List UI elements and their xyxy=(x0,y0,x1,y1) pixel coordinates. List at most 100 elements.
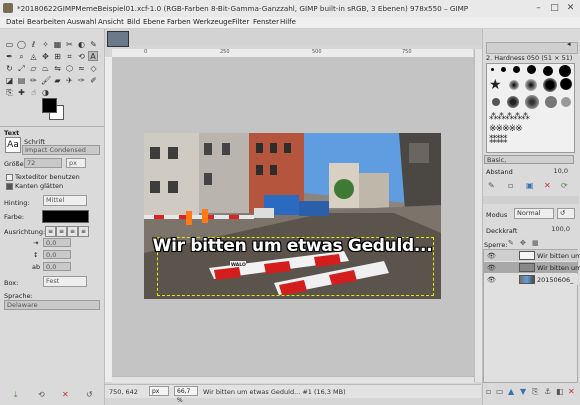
visibility-eye-icon[interactable]: 👁 xyxy=(487,276,496,284)
lower-layer-icon[interactable]: ▼ xyxy=(520,387,526,396)
foreground-color-swatch[interactable] xyxy=(42,98,57,113)
unit-dropdown[interactable]: px xyxy=(149,386,169,396)
zoom-icon[interactable]: ⌕ xyxy=(17,52,26,61)
font-field[interactable]: Impact Condensed xyxy=(22,145,100,155)
anchor-layer-icon[interactable]: ⚓ xyxy=(544,387,551,396)
new-brush-icon[interactable]: ▫ xyxy=(508,181,513,190)
size-field[interactable]: 72 xyxy=(24,158,62,168)
delete-brush-icon[interactable]: ✕ xyxy=(544,181,551,190)
shear-icon[interactable]: ▱ xyxy=(29,64,38,73)
brush-filter-bar[interactable] xyxy=(486,42,578,54)
mode-extra-select[interactable]: ↺ xyxy=(557,208,575,219)
text-tool-icon[interactable]: A xyxy=(88,51,98,61)
brush-swatch[interactable] xyxy=(509,80,519,90)
gradient-icon[interactable]: ▤ xyxy=(17,76,26,85)
edit-brush-icon[interactable]: ✎ xyxy=(488,181,495,190)
color-picker-icon[interactable]: ✒ xyxy=(5,52,14,61)
handle-transform-icon[interactable]: ◇ xyxy=(89,64,98,73)
brush-swatch[interactable] xyxy=(525,79,537,91)
texture-brushes-icon[interactable]: ⁂⁂⁂⁂⁂ xyxy=(489,112,530,122)
brush-menu-icon[interactable]: ◂ xyxy=(567,40,575,48)
save-options-icon[interactable]: ⤓ xyxy=(14,390,18,400)
visibility-eye-icon[interactable]: 👁 xyxy=(487,264,496,272)
menu-hilfe[interactable]: Hilfe xyxy=(280,18,296,26)
star-brush-icon[interactable]: ★ xyxy=(489,78,502,92)
bucket-fill-icon[interactable]: ◪ xyxy=(5,76,14,85)
maximize-icon[interactable]: □ xyxy=(549,3,560,14)
hinting-select[interactable]: Mittel xyxy=(43,195,87,206)
justify-fill-icon[interactable]: ≡ xyxy=(78,226,89,237)
visibility-eye-icon[interactable]: 👁 xyxy=(487,252,496,260)
mode-select[interactable]: Normal xyxy=(514,208,554,219)
smudge-icon[interactable]: ☝ xyxy=(29,88,38,97)
indent-field[interactable]: 0,0 xyxy=(43,238,71,247)
menu-ansicht[interactable]: Ansicht xyxy=(98,18,124,26)
close-icon[interactable]: ✕ xyxy=(565,3,576,14)
opacity-field[interactable]: 100,0 xyxy=(484,225,574,235)
brush-swatch[interactable] xyxy=(507,96,519,108)
layer-row-selected[interactable]: 👁 Wir bitten um xyxy=(484,262,580,273)
zoom-dropdown[interactable]: 66,7 % xyxy=(174,386,198,404)
free-select-icon[interactable]: ℓ xyxy=(29,40,38,49)
meme-text-layer[interactable]: Wir bitten um etwas Geduld... xyxy=(144,236,441,256)
lock-alpha-icon[interactable]: ▦ xyxy=(532,239,539,247)
menu-bearbeiten[interactable]: Bearbeiten xyxy=(27,18,65,26)
pencil-icon[interactable]: ✏ xyxy=(29,76,38,85)
clone-icon[interactable]: ⎘ xyxy=(5,88,14,97)
letter-spacing-field[interactable]: 0,0 xyxy=(43,262,71,271)
menu-bild[interactable]: Bild xyxy=(127,18,140,26)
language-field[interactable]: Delaware xyxy=(4,300,100,310)
antialias-checkbox[interactable] xyxy=(6,183,13,190)
menu-farben[interactable]: Farben xyxy=(167,18,191,26)
menu-werkzeuge[interactable]: Werkzeuge xyxy=(193,18,232,26)
menu-datei[interactable]: Datei xyxy=(6,18,25,26)
brush-preset-field[interactable]: Basic, xyxy=(484,155,574,164)
brush-grid[interactable]: ★ ⁂⁂⁂⁂⁂ ※※※※※ ⁑⁑⁑⁑⁑ xyxy=(486,63,575,153)
lock-position-icon[interactable]: ✥ xyxy=(520,239,526,247)
texture-brushes-icon[interactable]: ※※※※※ xyxy=(489,124,523,134)
reset-options-icon[interactable]: ↺ xyxy=(86,390,93,399)
brush-swatch[interactable] xyxy=(525,95,539,109)
layer-row[interactable]: 👁 20150606_ xyxy=(484,274,578,285)
line-spacing-field[interactable]: 0,0 xyxy=(43,250,71,259)
delete-options-icon[interactable]: ✕ xyxy=(62,390,69,399)
brush-swatch[interactable] xyxy=(543,66,553,76)
foreground-select-icon[interactable]: ◐ xyxy=(77,40,86,49)
brush-swatch[interactable] xyxy=(491,68,494,71)
raise-layer-icon[interactable]: ▲ xyxy=(508,387,514,396)
fuzzy-select-icon[interactable]: ✧ xyxy=(41,40,50,49)
minimize-icon[interactable]: – xyxy=(533,3,544,14)
scale-icon[interactable]: ⤢ xyxy=(17,64,26,73)
new-layer-icon[interactable]: ▫ xyxy=(486,387,491,396)
flip-icon[interactable]: ⇋ xyxy=(53,64,62,73)
delete-layer-icon[interactable]: ✕ xyxy=(568,387,575,396)
box-select[interactable]: Fest xyxy=(43,276,87,287)
font-preview-icon[interactable]: Aa xyxy=(5,137,21,153)
paths-icon[interactable]: ✎ xyxy=(89,40,98,49)
mask-layer-icon[interactable]: ◧ xyxy=(556,387,564,396)
duplicate-brush-icon[interactable]: ▣ xyxy=(526,181,534,190)
vertical-scrollbar[interactable] xyxy=(474,49,482,382)
justify-right-icon[interactable]: ≡ xyxy=(56,226,67,237)
brush-swatch[interactable] xyxy=(543,78,557,92)
unit-select[interactable]: px xyxy=(66,158,86,168)
brush-swatch[interactable] xyxy=(527,65,536,74)
brush-swatch[interactable] xyxy=(501,67,506,72)
cage-icon[interactable]: ⬡ xyxy=(65,64,74,73)
refresh-brushes-icon[interactable]: ⟳ xyxy=(561,181,568,190)
editor-checkbox[interactable] xyxy=(6,174,13,181)
menu-auswahl[interactable]: Auswahl xyxy=(67,18,96,26)
spacing-field[interactable]: 10,0 xyxy=(486,167,572,177)
warp-icon[interactable]: ≈ xyxy=(77,64,86,73)
crop-icon[interactable]: ⌗ xyxy=(65,52,74,61)
heal-icon[interactable]: ✚ xyxy=(17,88,26,97)
move-icon[interactable]: ✥ xyxy=(41,52,50,61)
rect-select-icon[interactable]: ▭ xyxy=(5,40,14,49)
duplicate-layer-icon[interactable]: ⎘ xyxy=(532,387,538,397)
brush-swatch[interactable] xyxy=(492,98,500,106)
horizontal-scrollbar[interactable] xyxy=(112,376,474,383)
menu-fenster[interactable]: Fenster xyxy=(253,18,279,26)
ink-icon[interactable]: ✑ xyxy=(77,76,86,85)
texture-brushes-icon[interactable]: ⁑⁑⁑⁑⁑ xyxy=(489,136,507,146)
eraser-icon[interactable]: ▰ xyxy=(53,76,62,85)
